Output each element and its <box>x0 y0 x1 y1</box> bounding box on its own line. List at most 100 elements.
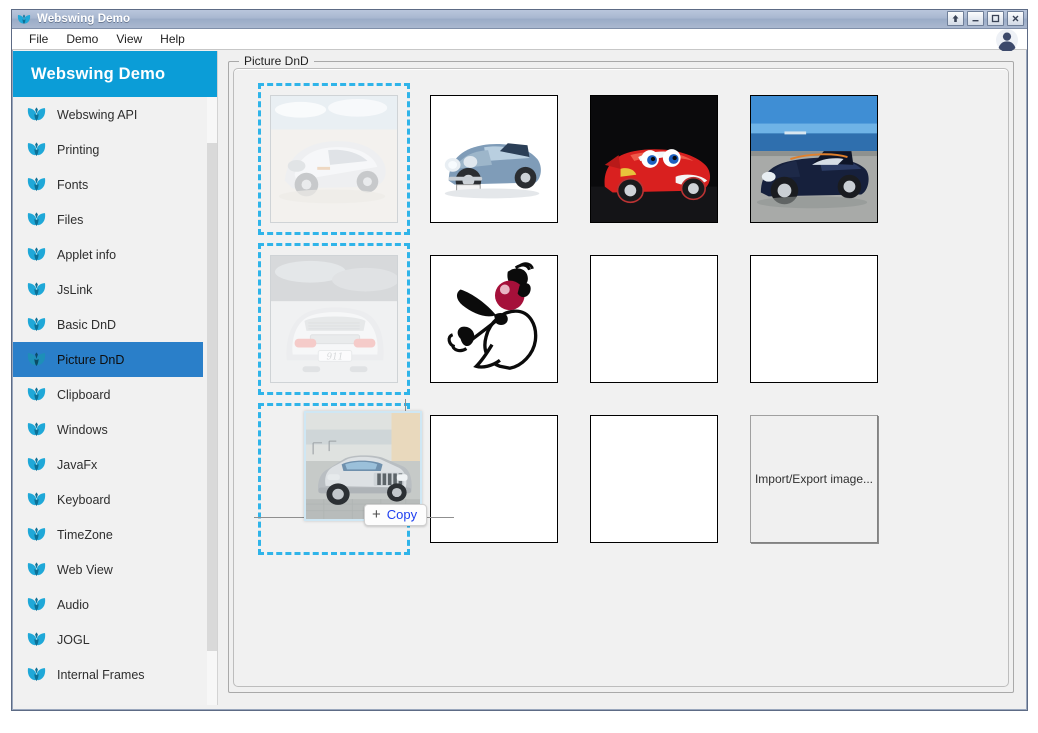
butterfly-icon <box>26 386 47 403</box>
sidebar-scrollbar-track[interactable] <box>207 97 217 705</box>
sidebar-item-label: JOGL <box>57 632 90 647</box>
butterfly-icon <box>26 106 47 123</box>
sidebar-item-label: Applet info <box>57 247 117 262</box>
sidebar-item-picture-dnd[interactable]: Picture DnD <box>13 342 203 377</box>
picture-grid: + Copy Import/Export image... <box>254 79 894 559</box>
sidebar-item-web-view[interactable]: Web View <box>13 552 217 587</box>
menu-bar: File Demo View Help <box>12 27 1027 52</box>
sidebar-item-internal-frames[interactable]: Internal Frames <box>13 657 217 692</box>
picture-box[interactable] <box>270 255 398 383</box>
picture-drop-zone[interactable] <box>254 79 414 239</box>
picture-box[interactable] <box>430 255 558 383</box>
butterfly-icon <box>26 141 47 158</box>
picture-drop-zone[interactable]: + Copy <box>254 399 454 559</box>
picture-cell[interactable] <box>414 399 574 559</box>
sidebar-item-label: Picture DnD <box>57 352 125 367</box>
menu-demo[interactable]: Demo <box>57 30 107 48</box>
picture-box[interactable] <box>750 95 878 223</box>
sidebar: Webswing Demo Webswing API Printing Fonts F… <box>13 51 218 705</box>
user-avatar-icon[interactable] <box>995 27 1019 52</box>
panel-title: Picture DnD <box>239 54 314 68</box>
restore-up-button[interactable] <box>947 11 964 26</box>
menu-help[interactable]: Help <box>151 30 194 48</box>
minimize-button[interactable] <box>967 11 984 26</box>
picture-box[interactable] <box>270 95 398 223</box>
picture-cell[interactable] <box>734 79 894 239</box>
content-area: Webswing Demo Webswing API Printing Fonts F… <box>13 51 1026 705</box>
sidebar-header: Webswing Demo <box>13 51 217 97</box>
butterfly-icon <box>26 281 47 298</box>
empty-picture-box[interactable] <box>590 255 718 383</box>
sidebar-item-windows[interactable]: Windows <box>13 412 217 447</box>
picture-dnd-panel: Picture DnD + Copy Import/Export image... <box>228 54 1014 693</box>
butterfly-icon <box>26 351 47 368</box>
sidebar-item-jslink[interactable]: JsLink <box>13 272 217 307</box>
title-bar: Webswing Demo <box>12 10 1027 29</box>
drop-action-badge: + Copy <box>364 504 428 526</box>
sidebar-item-label: Web View <box>57 562 113 577</box>
butterfly-icon <box>26 211 47 228</box>
sidebar-item-webswing-api[interactable]: Webswing API <box>13 97 217 132</box>
empty-picture-box[interactable] <box>430 415 558 543</box>
sidebar-item-label: Basic DnD <box>57 317 117 332</box>
picture-box[interactable] <box>590 95 718 223</box>
import-export-image-button[interactable]: Import/Export image... <box>750 415 878 543</box>
sidebar-item-printing[interactable]: Printing <box>13 132 217 167</box>
butterfly-icon <box>26 316 47 333</box>
sidebar-item-jogl[interactable]: JOGL <box>13 622 217 657</box>
butterfly-icon <box>26 561 47 578</box>
sidebar-header-label: Webswing Demo <box>31 64 166 83</box>
picture-cell[interactable] <box>734 239 894 399</box>
maximize-button[interactable] <box>987 11 1004 26</box>
picture-cell[interactable] <box>414 239 574 399</box>
sidebar-item-label: Files <box>57 212 84 227</box>
app-window: Webswing Demo File Demo View Help Webswi… <box>11 9 1028 711</box>
sidebar-item-files[interactable]: Files <box>13 202 217 237</box>
sidebar-item-applet-info[interactable]: Applet info <box>13 237 217 272</box>
picture-grid-row: + Copy Import/Export image... <box>254 399 894 559</box>
butterfly-icon <box>26 491 47 508</box>
picture-grid-row <box>254 239 894 399</box>
empty-picture-box[interactable] <box>590 415 718 543</box>
plus-icon: + <box>372 506 381 523</box>
picture-cell[interactable]: Import/Export image... <box>734 399 894 559</box>
sidebar-item-label: JavaFx <box>57 457 98 472</box>
menu-view[interactable]: View <box>107 30 151 48</box>
sidebar-item-keyboard[interactable]: Keyboard <box>13 482 217 517</box>
picture-grid-row <box>254 79 894 239</box>
butterfly-icon <box>26 596 47 613</box>
picture-cell[interactable] <box>574 79 734 239</box>
butterfly-icon <box>26 246 47 263</box>
sidebar-item-javafx[interactable]: JavaFx <box>13 447 217 482</box>
picture-drop-zone[interactable] <box>254 239 414 399</box>
sidebar-item-label: JsLink <box>57 282 93 297</box>
sidebar-nav-list: Webswing API Printing Fonts Files Applet inf… <box>13 97 217 705</box>
butterfly-icon <box>26 421 47 438</box>
butterfly-icon <box>17 13 31 26</box>
sidebar-item-label: Internal Frames <box>57 667 145 682</box>
sidebar-item-fonts[interactable]: Fonts <box>13 167 217 202</box>
sidebar-item-label: Audio <box>57 597 89 612</box>
butterfly-icon <box>26 456 47 473</box>
panel-inner: + Copy Import/Export image... <box>233 68 1009 687</box>
window-title: Webswing Demo <box>37 13 131 25</box>
window-controls <box>947 11 1024 26</box>
picture-cell[interactable] <box>414 79 574 239</box>
empty-picture-box[interactable] <box>750 255 878 383</box>
picture-cell[interactable] <box>574 399 734 559</box>
picture-cell[interactable] <box>574 239 734 399</box>
sidebar-item-timezone[interactable]: TimeZone <box>13 517 217 552</box>
sidebar-item-label: Keyboard <box>57 492 111 507</box>
sidebar-item-label: Webswing API <box>57 107 138 122</box>
butterfly-icon <box>26 666 47 683</box>
close-button[interactable] <box>1007 11 1024 26</box>
sidebar-scrollbar-thumb[interactable] <box>207 143 217 651</box>
menu-file[interactable]: File <box>20 30 57 48</box>
sidebar-item-label: Windows <box>57 422 108 437</box>
butterfly-icon <box>26 526 47 543</box>
sidebar-item-label: Fonts <box>57 177 89 192</box>
picture-box[interactable] <box>430 95 558 223</box>
sidebar-item-basic-dnd[interactable]: Basic DnD <box>13 307 217 342</box>
sidebar-item-audio[interactable]: Audio <box>13 587 217 622</box>
sidebar-item-clipboard[interactable]: Clipboard <box>13 377 217 412</box>
